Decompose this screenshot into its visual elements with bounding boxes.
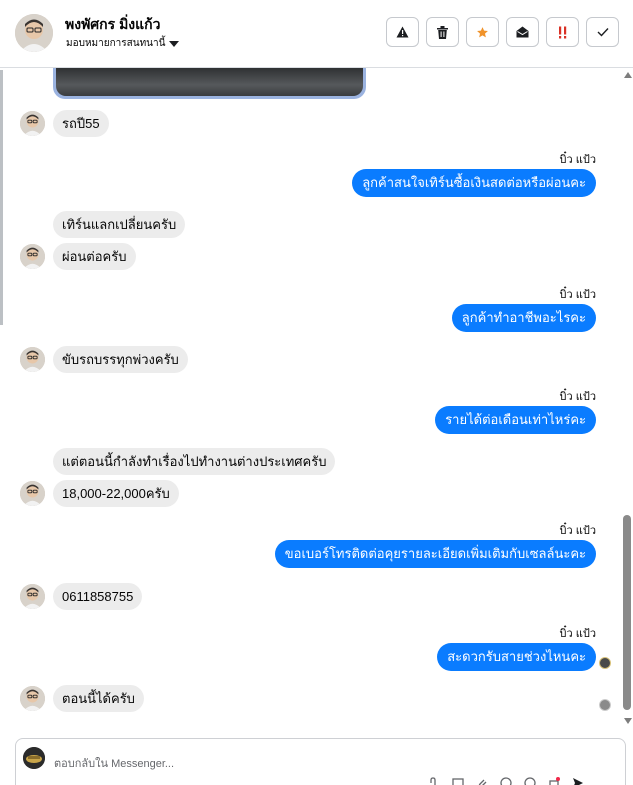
star-button[interactable]: [466, 17, 499, 47]
messenger-conversation: พงพัศกร มิ่งแก้ว มอบหมายการสนทนานี้ รถปี…: [0, 0, 633, 785]
delete-button[interactable]: [426, 17, 459, 47]
scrollbar-thumb[interactable]: [623, 515, 631, 710]
contact-avatar-small[interactable]: [20, 244, 45, 269]
sender-name: บิ๋ว แป้ว: [559, 525, 596, 537]
report-spam-button[interactable]: [386, 17, 419, 47]
read-receipt-avatar: [599, 657, 611, 669]
mail-open-icon: [516, 26, 529, 38]
assign-conversation-dropdown[interactable]: มอบหมายการสนทนานี้: [66, 36, 180, 51]
contact-avatar-small[interactable]: [20, 347, 45, 372]
page-avatar: [23, 747, 45, 769]
reply-composer[interactable]: ตอบกลับใน Messenger...: [15, 738, 626, 785]
composer-tools: [426, 777, 586, 785]
sender-name: บิ๋ว แป้ว: [559, 154, 596, 166]
sender-name: บิ๋ว แป้ว: [559, 391, 596, 403]
incoming-message[interactable]: เทิร์นแลกเปลี่ยนครับ: [53, 211, 186, 238]
trash-icon: [437, 25, 448, 39]
previous-image-attachment[interactable]: [53, 68, 366, 99]
saved-reply-icon[interactable]: [546, 777, 562, 785]
mark-done-button[interactable]: [586, 17, 619, 47]
mark-unread-button[interactable]: [506, 17, 539, 47]
sticker-icon[interactable]: [522, 777, 538, 785]
incoming-message[interactable]: ตอนนี้ได้ครับ: [53, 685, 144, 712]
outgoing-message[interactable]: ลูกค้าสนใจเทิร์นซื้อเงินสดต่อหรือผ่อนคะ: [352, 169, 596, 197]
header-actions: [386, 17, 619, 47]
send-icon[interactable]: [570, 777, 586, 785]
star-icon: [477, 26, 488, 37]
left-divider: [0, 70, 3, 325]
photo-icon[interactable]: [450, 777, 466, 785]
thread-scrollbar[interactable]: [621, 70, 633, 730]
scroll-down-arrow-icon[interactable]: [624, 718, 632, 724]
assign-label: มอบหมายการสนทนานี้: [66, 38, 166, 49]
clip-icon[interactable]: [474, 777, 490, 785]
sender-name: บิ๋ว แป้ว: [559, 289, 596, 301]
reply-input[interactable]: ตอบกลับใน Messenger...: [54, 754, 174, 772]
contact-avatar-small[interactable]: [20, 686, 45, 711]
outgoing-message[interactable]: สะดวกรับสายช่วงไหนคะ: [437, 643, 596, 671]
incoming-message[interactable]: รถปี55: [53, 110, 109, 137]
incoming-message[interactable]: 0611858755: [53, 583, 143, 610]
contact-avatar-small[interactable]: [20, 111, 45, 136]
incoming-message[interactable]: 18,000-22,000ครับ: [53, 480, 179, 507]
sender-name: บิ๋ว แป้ว: [559, 628, 596, 640]
check-icon: [597, 28, 609, 37]
outgoing-message[interactable]: ขอเบอร์โทรติดต่อคุยรายละเอียดเพิ่มเติมกั…: [274, 540, 596, 568]
contact-avatar-small[interactable]: [20, 481, 45, 506]
attach-icon[interactable]: [426, 777, 442, 785]
incoming-message[interactable]: แต่ตอนนี้กำลังทำเรื่องไปทำงานต่างประเทศค…: [53, 448, 336, 475]
incoming-message[interactable]: ผ่อนต่อครับ: [53, 243, 136, 270]
warning-icon: [396, 26, 409, 38]
urgent-icon: [558, 26, 566, 38]
contact-name[interactable]: พงพัศกร มิ่งแก้ว: [65, 14, 161, 36]
conversation-header: พงพัศกร มิ่งแก้ว มอบหมายการสนทนานี้: [0, 0, 633, 68]
contact-avatar[interactable]: [15, 14, 53, 52]
contact-avatar-small[interactable]: [20, 584, 45, 609]
incoming-message[interactable]: ขับรถบรรทุกพ่วงครับ: [53, 346, 188, 373]
outgoing-message[interactable]: รายได้ต่อเดือนเท่าไหร่คะ: [435, 406, 596, 434]
scroll-up-arrow-icon[interactable]: [624, 72, 632, 78]
chevron-down-icon: [169, 40, 180, 47]
emoji-icon[interactable]: [498, 777, 514, 785]
mark-urgent-button[interactable]: [546, 17, 579, 47]
seen-indicator-avatar: [599, 699, 611, 711]
outgoing-message[interactable]: ลูกค้าทำอาชีพอะไรคะ: [451, 304, 596, 332]
